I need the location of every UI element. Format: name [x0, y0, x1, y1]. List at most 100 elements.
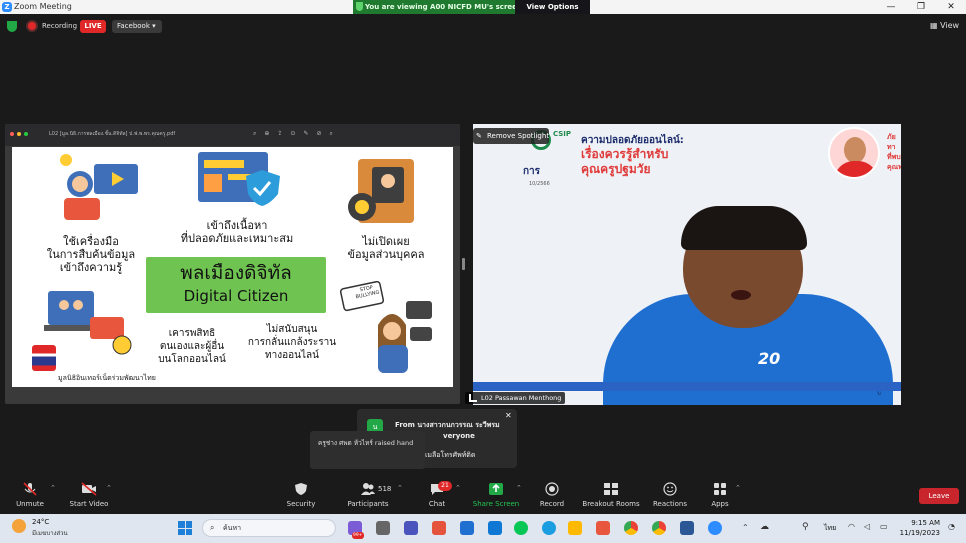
weather-icon[interactable] [12, 519, 26, 533]
recording-label[interactable]: Recording [42, 22, 77, 30]
presenter-thumbnail [828, 127, 880, 179]
raised-hand-toast[interactable]: ครูช่าง ศพด ห้วไหร์ raised hand [310, 431, 425, 469]
tray-mic-icon[interactable]: ⚲ [802, 522, 809, 532]
breakout-rooms-button[interactable]: Breakout Rooms [582, 476, 640, 516]
chrome-browser-icon[interactable] [652, 521, 666, 535]
minimize-button[interactable]: — [876, 0, 906, 14]
viewing-message: You are viewing A00 NICFD MU's screen [365, 3, 522, 11]
slide-right-mid-line: ข้อมูลส่วนบุคคล [347, 248, 425, 261]
chat-caret[interactable]: ⌃ [455, 484, 461, 492]
share-screen-label: Share Screen [472, 500, 520, 508]
chat-unread-badge: 21 [438, 481, 452, 491]
video-right-partial: ภัยทา ที่พบ คุณท [887, 132, 901, 172]
unmute-label: Unmute [16, 500, 44, 508]
leave-button[interactable]: Leave [919, 488, 959, 504]
pdf-close-icon [10, 132, 14, 136]
zoom-app-icon[interactable] [708, 521, 722, 535]
muted-mic-icon [23, 482, 37, 496]
start-video-button[interactable]: Start Video [64, 476, 114, 516]
participants-caret[interactable]: ⌃ [397, 484, 403, 492]
record-button[interactable]: Record [538, 476, 566, 516]
privacy-lock-illustration [348, 159, 414, 223]
security-label: Security [286, 500, 316, 508]
slide-bottom-right-text: ไม่สนับสนุน การกลั่นแกล้งระราน ทางออนไลน… [240, 323, 344, 362]
participant-name: L02 Passawan Menthong [481, 394, 562, 402]
windows-taskbar: 24°C มีเมฆบางส่วน ⌕ ค้นหา 99+ ⌃ ☁ ⚲ ไทย … [0, 514, 966, 543]
chat-close-icon[interactable]: ✕ [505, 411, 512, 420]
video-lower-strip [473, 382, 901, 391]
file-explorer-icon[interactable] [568, 521, 582, 535]
tray-overflow-icon[interactable]: ⌃ [742, 523, 749, 532]
taskbar-app-icon[interactable] [488, 521, 502, 535]
slide-left-mid-line: ใช้เครื่องมือ [63, 235, 119, 248]
record-icon [545, 482, 559, 496]
pdf-title: L02 [มูล.นิธิ.การพลเมือง.ชั้น.ดิจิทัล] ป… [49, 131, 176, 137]
taskbar-notification-badge: 99+ [352, 532, 364, 539]
slide-bottom-right-line: ทางออนไลน์ [265, 350, 319, 361]
shirt-logo-text: 20 [758, 349, 781, 368]
slide-page: เข้าถึงเนื้อหา ที่ปลอดภัยและเหมาะสม ใช้เ… [12, 147, 453, 387]
reactions-smiley-icon [663, 482, 677, 496]
participants-button[interactable]: Participants [344, 476, 392, 516]
clock-time: 9:15 AM [911, 519, 940, 527]
taskbar-app-icon[interactable] [432, 521, 446, 535]
share-caret[interactable]: ⌃ [516, 484, 522, 492]
participants-icon [361, 483, 375, 495]
cloud-icon[interactable]: ☁ [760, 522, 769, 532]
pin-icon: ✎ [476, 132, 482, 140]
word-app-icon[interactable] [680, 521, 694, 535]
chrome-browser-icon[interactable] [624, 521, 638, 535]
pdf-minimize-icon [17, 132, 21, 136]
weather-temp: 24°C [32, 518, 50, 526]
input-language[interactable]: ไทย [824, 523, 836, 534]
chat-from: From นางสาวกนกวรรณ ระวีพรม [395, 421, 500, 429]
slide-bottom-left-line: เคารพสิทธิ [168, 328, 216, 339]
facebook-stream-button[interactable]: Facebook ▾ [112, 20, 162, 33]
slide-footer: มูลนิธิอินเทอร์เน็ตร่วมพัฒนาไทย [58, 374, 156, 382]
edge-browser-icon[interactable] [542, 521, 556, 535]
line-app-icon[interactable] [514, 521, 528, 535]
view-button[interactable]: ▦ View [930, 21, 959, 30]
unmute-button[interactable]: Unmute [8, 476, 52, 516]
wifi-icon[interactable]: ◠ [848, 522, 855, 531]
taskbar-app-icon[interactable] [376, 521, 390, 535]
audio-options-caret[interactable]: ⌃ [50, 484, 56, 492]
search-icon: ⌕ [210, 523, 215, 532]
live-badge[interactable]: LIVE [80, 20, 106, 33]
security-button[interactable]: Security [284, 476, 318, 516]
reactions-label: Reactions [652, 500, 688, 508]
video-right-partial-line: คุณท [887, 163, 901, 171]
notification-bell-icon[interactable]: ◔ [948, 522, 955, 531]
video-options-caret[interactable]: ⌃ [106, 484, 112, 492]
split-drag-handle[interactable] [462, 258, 465, 270]
windows-start-icon[interactable] [178, 521, 192, 535]
window-title: Zoom Meeting [14, 2, 72, 11]
digital-citizen-thai: พลเมืองดิจิทัล [180, 262, 292, 284]
slide-left-mid-text: ใช้เครื่องมือ ในการสืบค้นข้อมูล เข้าถึงค… [32, 235, 150, 274]
slide-left-mid-line: เข้าถึงความรู้ [59, 261, 123, 274]
view-options-button[interactable]: View Options [515, 0, 590, 14]
battery-icon[interactable]: ▭ [880, 522, 888, 531]
encryption-shield-icon[interactable] [7, 21, 17, 32]
speaker-video-tile[interactable]: CSIP ความปลอดภัยออนไลน์: เรื่องควรรู้สำห… [473, 124, 901, 405]
apps-caret[interactable]: ⌃ [735, 484, 741, 492]
taskbar-app-icon[interactable] [404, 521, 418, 535]
speaker-icon[interactable]: ◁ [864, 522, 870, 531]
remove-spotlight-button[interactable]: ✎ Remove Spotlight [473, 128, 549, 144]
secure-content-illustration [198, 152, 280, 206]
shared-screen[interactable]: L02 [มูล.นิธิ.การพลเมือง.ชั้น.ดิจิทัล] ป… [5, 124, 460, 404]
reactions-button[interactable]: Reactions [652, 476, 688, 516]
apps-button[interactable]: Apps [706, 476, 734, 516]
slide-top-center-line: ที่ปลอดภัยและเหมาะสม [180, 232, 294, 245]
breakout-rooms-label: Breakout Rooms [582, 500, 640, 508]
taskbar-app-icon[interactable] [460, 521, 474, 535]
taskbar-app-icon[interactable] [596, 521, 610, 535]
apps-icon [714, 483, 726, 495]
taskbar-search-input[interactable]: ⌕ ค้นหา [202, 519, 336, 537]
clock[interactable]: 9:15 AM 11/19/2023 [896, 518, 940, 538]
close-button[interactable]: ✕ [936, 0, 966, 14]
share-screen-button[interactable]: Share Screen [472, 476, 520, 516]
speaker-mouth [731, 290, 751, 300]
digital-citizen-box: พลเมืองดิจิทัล Digital Citizen [146, 257, 326, 313]
maximize-button[interactable]: ❐ [906, 0, 936, 14]
